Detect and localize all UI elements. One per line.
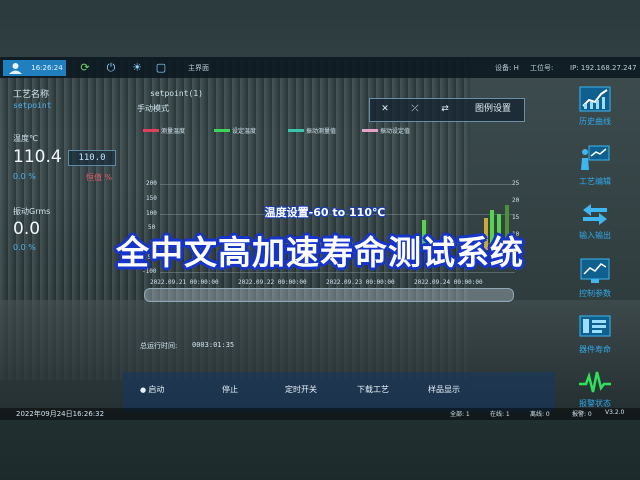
count-alarm: 报警: 0 (572, 411, 592, 418)
device-life-icon (579, 315, 611, 337)
overlay-title: 全中文高加速寿命测试系统 (116, 233, 524, 272)
y-tick-label: 100 (146, 210, 157, 217)
process-name-label: 工艺名称 (13, 90, 50, 100)
process-name-value: setpoint (13, 101, 52, 110)
x-tick-label: 2022.09.21 00:00:00 (150, 279, 219, 286)
sidebar-label-history: 历史曲线 (579, 117, 611, 126)
stop-button[interactable]: 停止 (222, 384, 238, 395)
count-offline: 离线: 0 (530, 411, 550, 418)
x-tick-label: 2022.09.24 00:00:00 (414, 279, 483, 286)
legend-measured-temp: 测量温度 (161, 128, 186, 135)
temperature-percent: 0.0 % (13, 172, 36, 181)
vibration-value: 0.0 (13, 219, 41, 239)
sidebar-label-device-life: 器件寿命 (579, 345, 611, 354)
io-arrows-icon (583, 204, 607, 225)
y-right-tick-label: 20 (512, 197, 520, 204)
sidebar-item-device-life[interactable]: 器件寿命 (570, 314, 620, 355)
datetime-display: 2022年09月24日16:26:32 (16, 410, 105, 418)
y-tick-label: 150 (146, 195, 157, 202)
vibration-percent: 0.0 % (13, 243, 36, 252)
history-curve-icon (579, 86, 611, 112)
legend-swatch-vib-measured (288, 129, 304, 132)
y-right-tick-label: 15 (512, 214, 520, 221)
legend-swatch-measured-temp (143, 129, 159, 132)
message-icon[interactable]: ▢ (154, 61, 168, 75)
timer-switch-button[interactable]: 定时开关 (285, 384, 317, 395)
legend-swatch-vib-set (362, 129, 378, 132)
temperature-mode: 恒值 % (86, 173, 113, 182)
main-screen-label[interactable]: 主界面 (188, 61, 209, 75)
vibration-label: 振动Grms (13, 207, 51, 216)
count-online: 在线: 1 (490, 411, 510, 418)
legend-vib-measured: 振动测量值 (306, 128, 337, 135)
collapse-icon[interactable]: ✕ (372, 98, 398, 120)
grid-line (160, 184, 515, 185)
process-edit-icon (581, 145, 610, 170)
device-label: 设备: H (495, 64, 519, 72)
start-label: 启动 (148, 385, 165, 394)
runtime-label: 总运行时间: (140, 342, 178, 350)
legend-set-temp: 设定温度 (232, 128, 257, 135)
count-all: 全部: 1 (450, 411, 470, 418)
sidebar-item-process-edit[interactable]: 工艺编辑 (570, 144, 620, 187)
bottom-control-bar (123, 372, 555, 412)
y-tick-label: 200 (146, 180, 157, 187)
sidebar-item-alarm[interactable]: 报警状态 (570, 370, 620, 409)
sidebar-label-process-edit: 工艺编辑 (579, 177, 611, 186)
user-icon (9, 63, 22, 74)
alarm-status-icon (579, 371, 611, 393)
legend-swatch-set-temp (214, 129, 230, 132)
temperature-value: 110.4 (13, 147, 62, 167)
sample-display-button[interactable]: 样品显示 (428, 384, 460, 395)
refresh-icon[interactable]: ⟳ (78, 61, 92, 75)
sidebar-label-control-params: 控制参数 (579, 289, 611, 298)
runtime-value: 0003:01:35 (192, 341, 235, 349)
ip-label: IP: 192.168.27.247 (570, 64, 637, 72)
mode-label: 手动模式 (137, 104, 169, 113)
user-button[interactable] (3, 60, 28, 76)
setpoint-title: setpoint(1) (150, 89, 203, 98)
bulb-icon[interactable]: ☀ (130, 61, 144, 75)
overlay-subtitle: 温度设置-60 to 110℃ (264, 206, 386, 219)
legend-vib-set: 振动设定值 (380, 128, 411, 135)
temperature-label: 温度℃ (13, 134, 38, 143)
x-tick-label: 2022.09.23 00:00:00 (326, 279, 395, 286)
power-icon[interactable]: ⏻ (104, 61, 118, 75)
temperature-setpoint-field[interactable]: 110.0 (68, 150, 116, 166)
x-tick-label: 2022.09.22 00:00:00 (238, 279, 307, 286)
sidebar-label-alarm: 报警状态 (579, 399, 611, 408)
start-button[interactable]: ● 启动 (140, 384, 164, 395)
station-label: 工位号: (530, 64, 554, 72)
chart-scrollbar[interactable] (144, 288, 514, 302)
swap-icon[interactable]: ⇄ (432, 98, 458, 120)
version-label: V3.2.0 (605, 409, 625, 416)
control-params-icon (580, 258, 610, 283)
shrink-icon[interactable]: ⤫ (402, 98, 428, 120)
download-process-button[interactable]: 下载工艺 (357, 384, 389, 395)
clock-display: 16:26:24 (28, 60, 66, 76)
legend-settings-button[interactable]: 图例设置 (465, 98, 521, 120)
sidebar-item-history[interactable]: 历史曲线 (570, 86, 620, 127)
hmi-screen: 16:26:24 ⟳ ⏻ ☀ ▢ 主界面 设备: H 工位号: IP: 192.… (0, 0, 640, 480)
